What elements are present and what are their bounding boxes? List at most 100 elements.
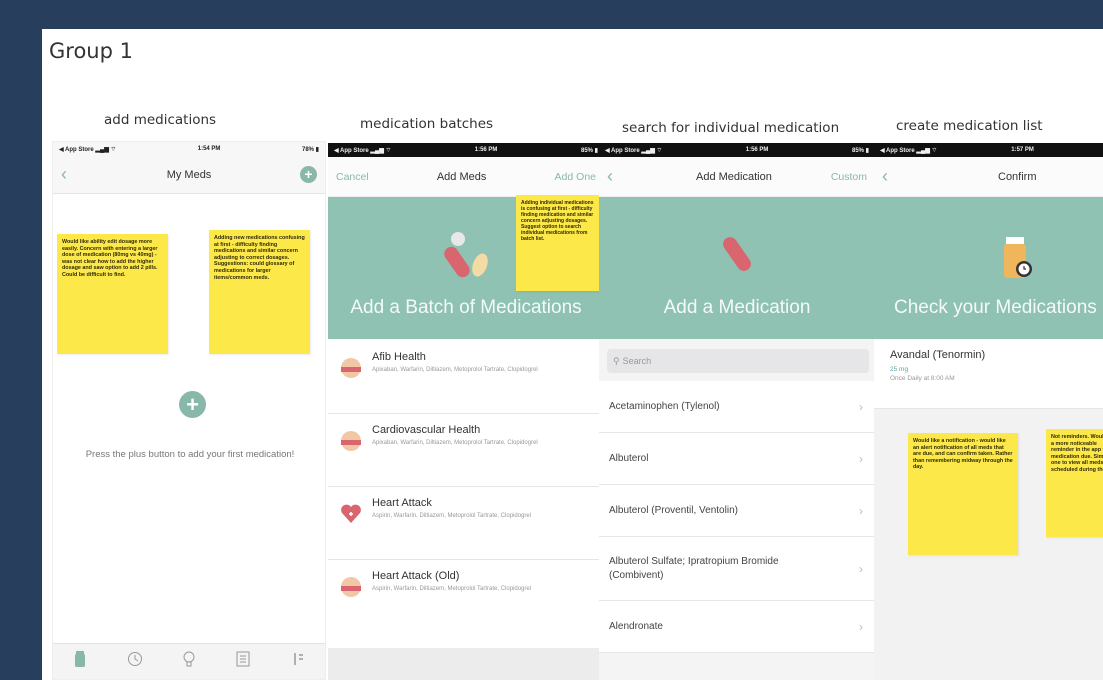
tab-bar — [53, 643, 325, 679]
phone-confirm: ◀ App Store ▂▄▆ ⌔ 1:57 PM ‹ Confirm Chec… — [874, 143, 1103, 680]
sticky-note: Would like a notification - would like a… — [908, 433, 1018, 555]
status-time: 1:56 PM — [474, 147, 498, 153]
back-button[interactable]: ‹ — [607, 166, 637, 187]
back-button[interactable]: ‹ — [61, 164, 91, 185]
list-icon[interactable] — [235, 650, 251, 668]
batch-subtitle: Aspirin, Warfarin, Diltiazem, Metoprolol… — [372, 513, 532, 519]
whiteboard: Group 1 add medications medication batch… — [42, 29, 1103, 680]
frame-caption-search-medication: search for individual medication — [622, 120, 840, 136]
search-area: ⚲ Search — [599, 339, 875, 381]
med-schedule: Once Daily at 8:00 AM — [890, 375, 955, 382]
list-item[interactable]: Albuterol Sulfate; Ipratropium Bromide (… — [599, 537, 875, 601]
nav-bar: ‹ Confirm — [874, 157, 1103, 197]
status-left: ◀ App Store ▂▄▆ ⌔ — [334, 148, 392, 154]
frame-caption-add-medications: add medications — [104, 112, 217, 128]
batch-title: Afib Health — [372, 351, 426, 363]
page-title: Add Meds — [436, 170, 487, 183]
list-footer — [328, 648, 604, 680]
list-item[interactable]: Albuterol (Proventil, Ventolin) › — [599, 485, 875, 537]
status-bar: ◀ App Store ▂▄▆ ⌔ 1:54 PM 78% ▮ — [53, 142, 325, 156]
chevron-right-icon: › — [859, 399, 863, 414]
hero-banner: Add a Medication — [599, 197, 875, 339]
sticky-note: Not reminders. Would like a more noticea… — [1046, 429, 1103, 537]
add-button[interactable]: + — [287, 166, 317, 183]
status-bar: ◀ App Store ▂▄▆ ⌔ 1:56 PM 85% ▮ — [328, 143, 604, 157]
search-icon: ⚲ — [613, 355, 620, 366]
chevron-right-icon: › — [859, 561, 863, 576]
list-item[interactable]: Alendronate › — [599, 601, 875, 653]
pills-icon — [444, 232, 488, 278]
status-bar: ◀ App Store ▂▄▆ ⌔ 1:56 PM 85% ▮ — [599, 143, 875, 157]
chevron-right-icon: › — [859, 451, 863, 466]
batch-subtitle: Apixaban, Warfarin, Diltiazem, Metoprolo… — [372, 440, 538, 446]
list-item[interactable]: Acetaminophen (Tylenol) › — [599, 381, 875, 433]
hero-banner: Check your Medications — [874, 197, 1103, 339]
chevron-right-icon: › — [859, 619, 863, 634]
hero-title: Add a Batch of Medications — [350, 297, 582, 318]
status-bar: ◀ App Store ▂▄▆ ⌔ 1:57 PM — [874, 143, 1103, 157]
batch-item-heart-attack-old[interactable]: Heart Attack (Old) Aspirin, Warfarin, Dil… — [328, 560, 604, 633]
search-placeholder: Search — [622, 356, 652, 366]
custom-button[interactable]: Custom — [831, 171, 867, 183]
status-battery: 78% ▮ — [302, 146, 319, 153]
nav-bar: Cancel Add Meds Add One — [328, 157, 604, 197]
plus-circle-icon: + — [300, 166, 317, 183]
nav-bar: ‹ My Meds + — [53, 156, 325, 194]
med-name: Avandal (Tenormin) — [890, 349, 986, 361]
heart-icon — [341, 504, 361, 523]
pill-icon — [341, 431, 361, 451]
status-time: 1:54 PM — [197, 146, 221, 152]
batch-title: Heart Attack — [372, 497, 432, 509]
med-dose: 25 mg — [890, 366, 909, 373]
batch-list: Afib Health Apixaban, Warfarin, Diltiazem… — [328, 339, 604, 633]
status-battery: 85% ▮ — [852, 147, 869, 154]
sticky-note: Adding new medications confusing at firs… — [209, 230, 310, 354]
add-first-med-button[interactable]: + — [179, 391, 206, 418]
status-left: ◀ App Store ▂▄▆ ⌔ — [880, 148, 938, 154]
plus-icon: + — [186, 392, 199, 417]
status-time: 1:56 PM — [745, 147, 769, 153]
hero-title: Add a Medication — [663, 297, 811, 318]
med-name: Alendronate — [609, 621, 663, 632]
medication-card[interactable]: Avandal (Tenormin) 25 mg Once Daily at 8… — [874, 339, 1103, 409]
batch-subtitle: Apixaban, Warfarin, Diltiazem, Metoprolo… — [372, 367, 538, 373]
pill-icon — [341, 577, 361, 597]
back-button[interactable]: ‹ — [882, 166, 912, 187]
cancel-button[interactable]: Cancel — [336, 171, 369, 183]
status-battery: 85% ▮ — [581, 147, 598, 154]
nav-bar: ‹ Add Medication Custom — [599, 157, 875, 197]
batch-item-heart-attack[interactable]: Heart Attack Aspirin, Warfarin, Diltiazem… — [328, 487, 604, 560]
medication-list: Acetaminophen (Tylenol) › Albuterol › Albu… — [599, 381, 875, 653]
chevron-right-icon: › — [859, 503, 863, 518]
batch-title: Cardiovascular Health — [372, 424, 481, 436]
status-left: ◀ App Store ▂▄▆ ⌔ — [605, 148, 663, 154]
pill-icon — [723, 237, 751, 271]
pill-icon — [341, 358, 361, 378]
pill-bottle-icon[interactable] — [72, 650, 88, 668]
lightbulb-icon[interactable] — [181, 650, 197, 668]
hero-title: Check your Medications — [894, 297, 1097, 318]
batch-item-cardiovascular[interactable]: Cardiovascular Health Apixaban, Warfarin,… — [328, 414, 604, 487]
med-name: Acetaminophen (Tylenol) — [609, 401, 720, 412]
phone-add-meds: ◀ App Store ▂▄▆ ⌔ 1:56 PM 85% ▮ Cancel A… — [328, 143, 604, 680]
pill-bottle-clock-icon — [1004, 237, 1032, 278]
sticky-note: Adding individual medications is confusi… — [516, 195, 604, 291]
clock-icon[interactable] — [127, 650, 143, 668]
add-one-button[interactable]: Add One — [555, 171, 596, 183]
list-item[interactable]: Albuterol › — [599, 433, 875, 485]
batch-title: Heart Attack (Old) — [372, 570, 460, 582]
status-left: ◀ App Store ▂▄▆ ⌔ — [59, 147, 117, 153]
med-name: Albuterol Sulfate; Ipratropium Bromide (… — [609, 555, 779, 581]
profile-icon[interactable] — [290, 650, 306, 668]
search-input[interactable]: ⚲ Search — [607, 349, 869, 373]
sticky-note: Would like ability edit dosage more easi… — [57, 234, 168, 354]
frame-caption-create-list: create medication list — [896, 118, 1043, 134]
phone-my-meds: ◀ App Store ▂▄▆ ⌔ 1:54 PM 78% ▮ ‹ My Med… — [52, 141, 326, 680]
med-name: Albuterol (Proventil, Ventolin) — [609, 505, 738, 516]
status-time: 1:57 PM — [1011, 147, 1034, 153]
page-title: Confirm — [998, 170, 1037, 183]
page-title: Add Medication — [695, 170, 772, 183]
batch-item-afib[interactable]: Afib Health Apixaban, Warfarin, Diltiazem… — [328, 341, 604, 414]
med-name: Albuterol — [609, 453, 649, 464]
page-title: My Meds — [166, 168, 212, 181]
